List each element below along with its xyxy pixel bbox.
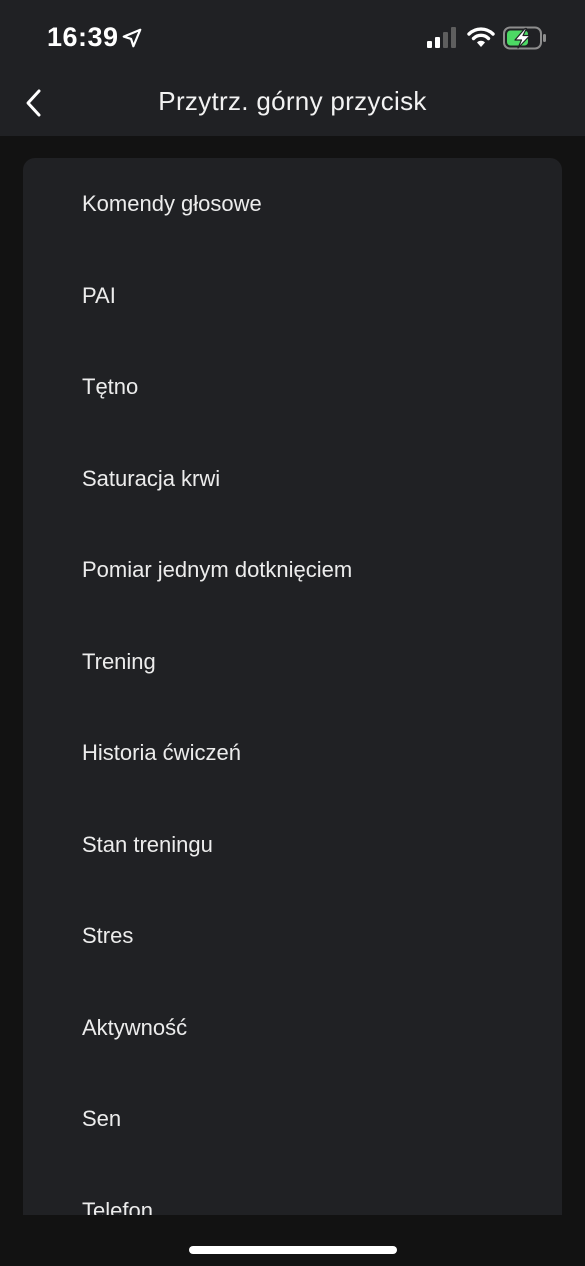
list-item-saturacja-krwi[interactable]: Saturacja krwi xyxy=(82,466,220,492)
list-item-aktywnosc[interactable]: Aktywność xyxy=(82,1015,187,1041)
list-item-telefon[interactable]: Telefon xyxy=(82,1198,153,1215)
battery-charging-icon xyxy=(503,26,546,50)
top-bar: 16:39 Przytrz. górny przycisk xyxy=(0,0,585,136)
cellular-signal-icon xyxy=(427,27,456,48)
list-item-stan-treningu[interactable]: Stan treningu xyxy=(82,832,213,858)
status-time: 16:39 xyxy=(47,22,119,52)
list-item-historia-cwiczen[interactable]: Historia ćwiczeń xyxy=(82,740,241,766)
list-item-pomiar-jednym-dotknieciem[interactable]: Pomiar jednym dotknięciem xyxy=(82,557,352,583)
list-item-sen[interactable]: Sen xyxy=(82,1106,121,1132)
list-item-komendy-glosowe[interactable]: Komendy głosowe xyxy=(82,191,262,217)
list-item-trening[interactable]: Trening xyxy=(82,649,156,675)
home-indicator[interactable] xyxy=(189,1246,397,1254)
options-list: Komendy głosowe PAI Tętno Saturacja krwi… xyxy=(23,158,562,1215)
page-title: Przytrz. górny przycisk xyxy=(158,86,427,116)
bottom-safe-area xyxy=(0,1215,585,1266)
content-area: Komendy głosowe PAI Tętno Saturacja krwi… xyxy=(0,136,585,1215)
wifi-icon xyxy=(467,27,495,47)
list-item-tetno[interactable]: Tętno xyxy=(82,374,138,400)
list-item-stres[interactable]: Stres xyxy=(82,923,133,949)
location-arrow-icon xyxy=(122,28,142,48)
list-item-pai[interactable]: PAI xyxy=(82,283,116,309)
